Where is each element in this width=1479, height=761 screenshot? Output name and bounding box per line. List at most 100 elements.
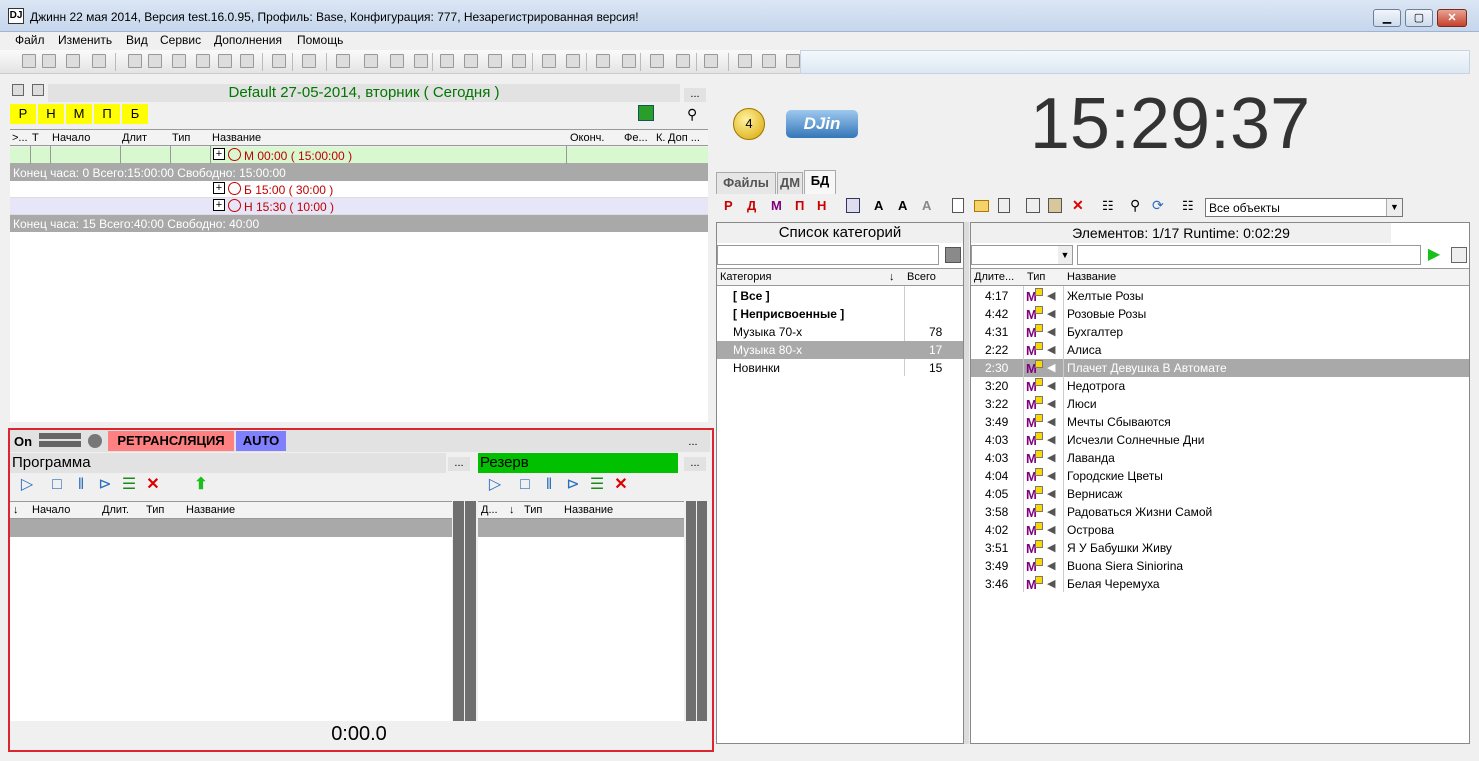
speaker-icon[interactable]: ◀ xyxy=(1047,557,1055,575)
filter-b-button[interactable]: Б xyxy=(122,104,148,124)
toolbar-button[interactable] xyxy=(172,54,186,68)
folder-icon[interactable] xyxy=(974,200,989,212)
font-larger-icon[interactable]: A xyxy=(874,198,883,213)
reserve-split-icon[interactable]: ☰ xyxy=(588,476,606,494)
list-item[interactable]: 4:02 М ◀ Острова xyxy=(971,521,1469,539)
speaker-icon[interactable]: ◀ xyxy=(1047,341,1055,359)
speaker-icon[interactable]: ◀ xyxy=(1047,323,1055,341)
speaker-icon[interactable]: ◀ xyxy=(1047,467,1055,485)
panel-splitter[interactable] xyxy=(964,222,969,744)
schedule-more-button[interactable]: ... xyxy=(684,88,706,102)
filter-m-button[interactable]: М xyxy=(66,104,92,124)
toolbar-button[interactable] xyxy=(464,54,478,68)
next-icon[interactable]: ⊳ xyxy=(96,476,114,494)
list-item[interactable]: [ Неприсвоенные ] xyxy=(717,305,963,323)
toolbar-button[interactable] xyxy=(738,54,752,68)
reserve-pause-icon[interactable]: ‖ xyxy=(540,476,558,494)
toolbar-button[interactable] xyxy=(66,54,80,68)
list-item[interactable]: 4:31 М ◀ Бухгалтер xyxy=(971,323,1469,341)
document-icon[interactable] xyxy=(998,198,1010,213)
delete-icon[interactable]: ✕ xyxy=(1072,197,1084,214)
menu-addons[interactable]: Дополнения xyxy=(214,33,282,47)
speaker-icon[interactable]: ◀ xyxy=(1047,287,1055,305)
col-start[interactable]: Начало xyxy=(52,132,90,144)
elements-col-duration[interactable]: Длите... xyxy=(974,271,1014,283)
elements-col-name[interactable]: Название xyxy=(1067,271,1116,283)
col-t[interactable]: Т xyxy=(32,132,39,144)
toolbar-button[interactable] xyxy=(218,54,232,68)
new-file-icon[interactable] xyxy=(952,198,964,213)
toolbar-button[interactable] xyxy=(596,54,610,68)
program-scrollbar[interactable] xyxy=(453,501,464,721)
menu-service[interactable]: Сервис xyxy=(160,33,201,47)
next-day-icon[interactable] xyxy=(32,84,44,96)
toolbar-button[interactable] xyxy=(128,54,142,68)
toolbar-button[interactable] xyxy=(364,54,378,68)
reserve-delete-icon[interactable]: ✕ xyxy=(612,476,630,494)
chevron-down-icon[interactable]: ▼ xyxy=(1058,246,1072,264)
elements-type-select[interactable]: ▼ xyxy=(971,245,1073,265)
list-item[interactable]: 3:49 М ◀ Мечты Сбываются xyxy=(971,413,1469,431)
speaker-icon[interactable]: ◀ xyxy=(1047,359,1055,377)
category-search-input[interactable] xyxy=(717,245,939,265)
export-icon[interactable] xyxy=(638,105,654,121)
expand-icon[interactable]: + xyxy=(213,199,225,211)
list-item[interactable]: Музыка 70-х 78 xyxy=(717,323,963,341)
stop-icon[interactable]: □ xyxy=(48,476,66,494)
menu-view[interactable]: Вид xyxy=(126,33,148,47)
program-col-duration[interactable]: Длит. xyxy=(102,504,129,516)
list-item-selected[interactable]: 2:30 М ◀ Плачет Девушка В Автомате xyxy=(971,359,1469,377)
table-row[interactable]: + Н 15:30 ( 10:00 ) xyxy=(10,198,708,215)
filter-n-button[interactable]: Н xyxy=(38,104,64,124)
play-icon[interactable]: ▶ xyxy=(1425,245,1443,265)
list-item[interactable]: 4:03 М ◀ Лаванда xyxy=(971,449,1469,467)
play-icon[interactable]: ▷ xyxy=(18,476,36,494)
col-duration[interactable]: Длит xyxy=(122,132,147,144)
reserve-stop-icon[interactable]: □ xyxy=(516,476,534,494)
toolbar-button[interactable] xyxy=(272,54,286,68)
toolbar-button[interactable] xyxy=(786,54,800,68)
program-selected-row[interactable] xyxy=(10,519,452,537)
speaker-icon[interactable]: ◀ xyxy=(1047,431,1055,449)
reserve-play-icon[interactable]: ▷ xyxy=(486,476,504,494)
copy-icon[interactable] xyxy=(1026,198,1040,213)
maximize-button[interactable]: ▢ xyxy=(1405,9,1433,27)
chevron-down-icon[interactable]: ▼ xyxy=(1386,199,1402,216)
category-clear-icon[interactable] xyxy=(945,247,961,263)
program-col-name[interactable]: Название xyxy=(186,504,235,516)
list-item[interactable]: 3:51 М ◀ Я У Бабушки Живу xyxy=(971,539,1469,557)
speaker-icon[interactable]: ◀ xyxy=(1047,503,1055,521)
category-sort-icon[interactable]: ↓ xyxy=(889,271,895,283)
search-icon[interactable]: ⚲ xyxy=(1130,197,1140,214)
speaker-icon[interactable]: ◀ xyxy=(1047,305,1055,323)
list-item[interactable]: Новинки 15 xyxy=(717,359,963,377)
list-item-selected[interactable]: Музыка 80-х 17 xyxy=(717,341,963,359)
split-icon[interactable]: ☰ xyxy=(120,476,138,494)
menu-edit[interactable]: Изменить xyxy=(58,33,112,47)
type-n-button[interactable]: Н xyxy=(817,198,826,213)
program-col-start[interactable]: Начало xyxy=(32,504,70,516)
font-smaller-icon[interactable]: A xyxy=(898,198,907,213)
columns-icon[interactable]: ☷ xyxy=(1182,198,1194,214)
toolbar-button[interactable] xyxy=(650,54,664,68)
toolbar-button[interactable] xyxy=(704,54,718,68)
toolbar-button[interactable] xyxy=(762,54,776,68)
toolbar-button[interactable] xyxy=(336,54,350,68)
paste-icon[interactable] xyxy=(1048,198,1062,213)
toolbar-button[interactable] xyxy=(196,54,210,68)
speaker-icon[interactable]: ◀ xyxy=(1047,395,1055,413)
table-row[interactable]: + Б 15:00 ( 30:00 ) xyxy=(10,181,708,198)
binoculars-icon[interactable]: ⚲ xyxy=(687,106,697,123)
close-button[interactable]: ✕ xyxy=(1437,9,1467,27)
col-type[interactable]: Тип xyxy=(172,132,190,144)
list-item[interactable]: 3:22 М ◀ Люси xyxy=(971,395,1469,413)
elements-search-input[interactable] xyxy=(1077,245,1421,265)
toolbar-button[interactable] xyxy=(542,54,556,68)
speaker-icon[interactable]: ◀ xyxy=(1047,413,1055,431)
col-k[interactable]: К. xyxy=(656,132,665,144)
toolbar-button[interactable] xyxy=(676,54,690,68)
reserve-next-icon[interactable]: ⊳ xyxy=(564,476,582,494)
pause-icon[interactable]: ‖ xyxy=(72,476,90,494)
speaker-icon[interactable]: ◀ xyxy=(1047,539,1055,557)
refresh-icon[interactable]: ⟳ xyxy=(1152,197,1164,214)
